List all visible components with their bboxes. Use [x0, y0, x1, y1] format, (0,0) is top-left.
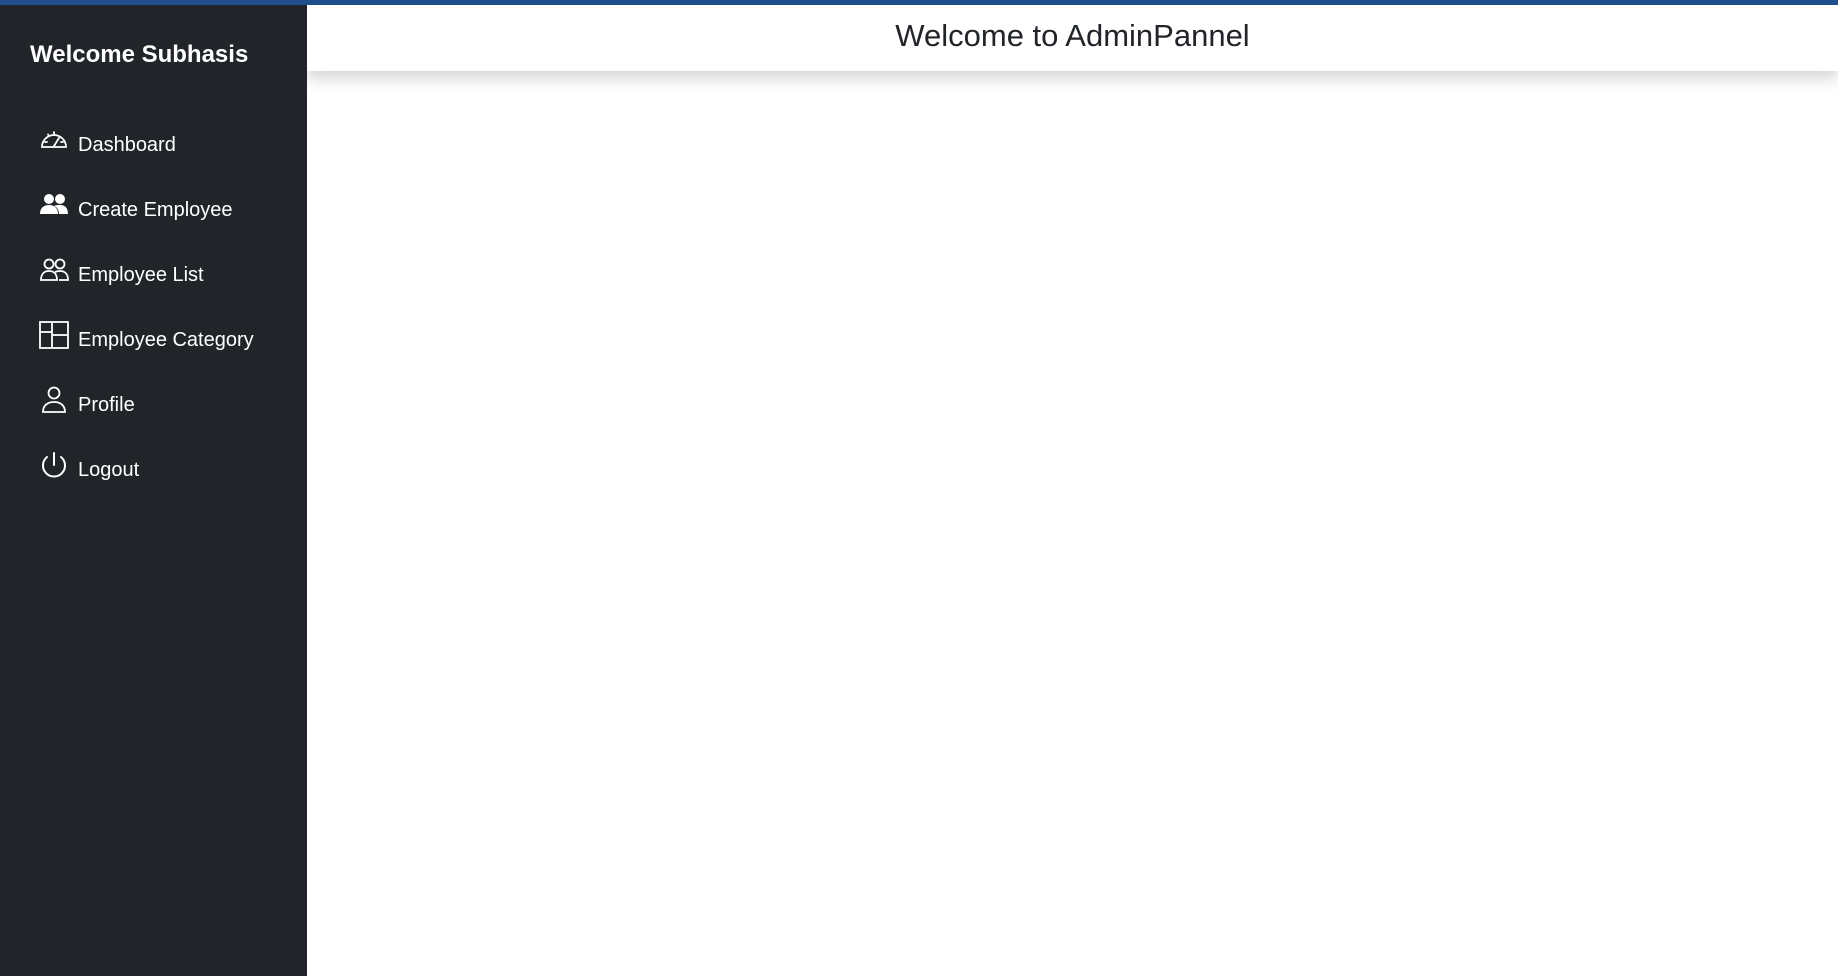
- sidebar-item-label: Profile: [78, 394, 135, 416]
- speedometer-icon: [38, 125, 72, 159]
- sidebar-item-label: Dashboard: [78, 134, 176, 156]
- sidebar-item-employee-category[interactable]: Employee Category: [0, 308, 307, 373]
- top-accent-bar: [0, 0, 1838, 5]
- sidebar: Welcome Subhasis Dashboard Create Employ…: [0, 5, 307, 976]
- sidebar-brand: Welcome Subhasis: [30, 41, 249, 68]
- sidebar-item-employee-list[interactable]: Employee List: [0, 243, 307, 308]
- page-title: Welcome to AdminPannel: [895, 18, 1250, 53]
- sidebar-item-label: Logout: [78, 459, 140, 481]
- person-icon: [38, 385, 72, 419]
- sidebar-nav: Dashboard Create Employee Employee List …: [0, 113, 307, 503]
- sidebar-item-dashboard[interactable]: Dashboard: [0, 113, 307, 178]
- sidebar-item-profile[interactable]: Profile: [0, 373, 307, 438]
- top-header: Welcome to AdminPannel: [307, 5, 1838, 71]
- power-icon: [38, 450, 72, 484]
- sidebar-item-label: Employee List: [78, 264, 204, 286]
- people-fill-icon: [38, 190, 72, 224]
- sidebar-item-logout[interactable]: Logout: [0, 438, 307, 503]
- people-outline-icon: [38, 255, 72, 289]
- sidebar-item-label: Create Employee: [78, 199, 233, 221]
- layout-panels-icon: [38, 320, 72, 354]
- main-content: [307, 71, 1838, 976]
- sidebar-item-label: Employee Category: [78, 329, 254, 351]
- sidebar-item-create-employee[interactable]: Create Employee: [0, 178, 307, 243]
